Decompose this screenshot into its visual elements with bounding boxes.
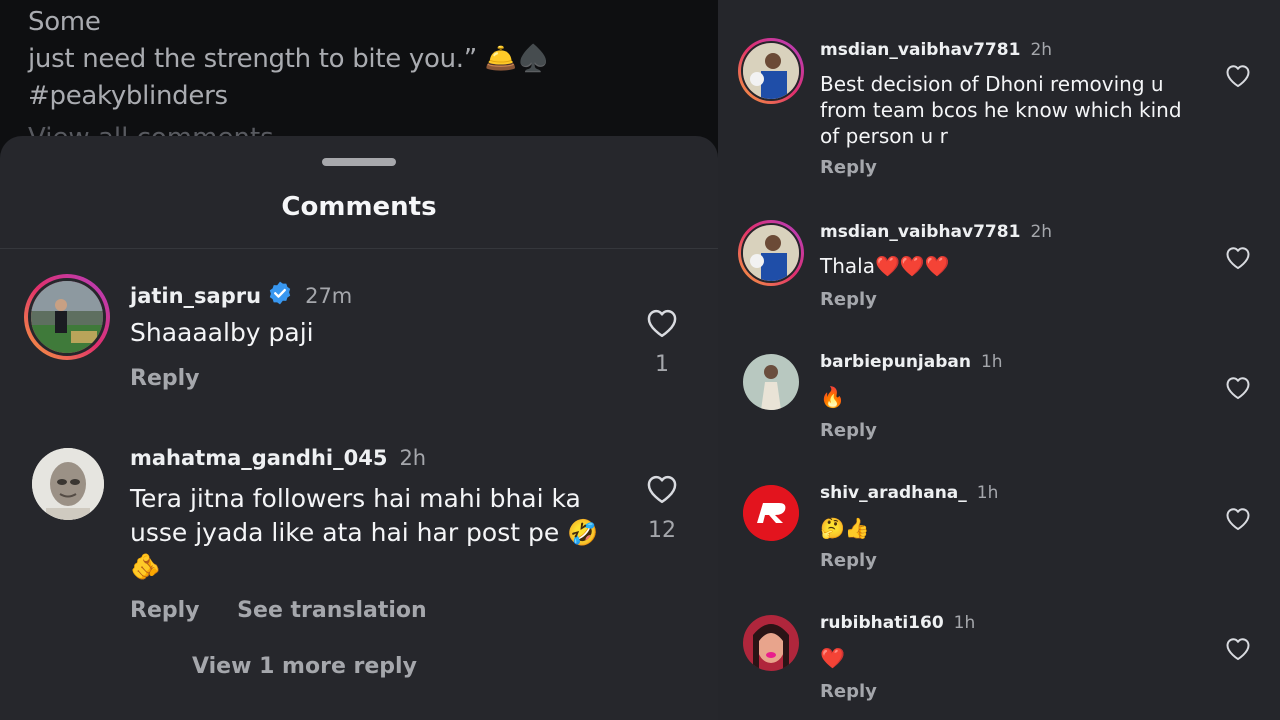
avatar-photo	[32, 448, 104, 520]
heart-icon[interactable]	[644, 306, 680, 342]
avatar-photo	[743, 43, 799, 99]
heart-icon[interactable]	[1224, 244, 1252, 274]
comment-username[interactable]: jatin_sapru 27m	[130, 280, 352, 311]
comment-text: 🤔👍	[820, 516, 870, 540]
comment-username[interactable]: msdian_vaibhav7781 2h	[820, 40, 1052, 60]
right-panel: msdian_vaibhav7781 2h Best decision of Dh…	[718, 0, 1280, 720]
heart-icon[interactable]	[1224, 505, 1252, 535]
post-caption-line: Some	[28, 7, 101, 37]
divider	[0, 248, 718, 249]
avatar[interactable]	[743, 615, 799, 671]
comment-text: Thala❤️❤️❤️	[820, 254, 950, 278]
comment-text: ❤️	[820, 646, 845, 670]
avatar-photo	[31, 281, 103, 353]
avatar-photo	[743, 615, 799, 671]
comment-username[interactable]: msdian_vaibhav7781 2h	[820, 222, 1052, 242]
reply-button[interactable]: Reply	[820, 289, 877, 310]
like-count: 1	[655, 352, 669, 377]
avatar[interactable]	[24, 274, 110, 360]
comment-actions: Reply See translation	[130, 598, 427, 623]
comment-text: Shaaaalby paji	[130, 318, 314, 347]
like-count: 12	[648, 518, 676, 543]
left-panel: Some just need the strength to bite you.…	[0, 0, 718, 720]
comment-username[interactable]: mahatma_gandhi_045 2h	[130, 446, 426, 470]
avatar[interactable]	[738, 220, 804, 286]
post-caption-line: just need the strength to bite you.” 🛎️♠…	[28, 44, 550, 74]
avatar[interactable]	[738, 38, 804, 104]
reply-button[interactable]: Reply	[820, 420, 877, 441]
reply-button[interactable]: Reply	[820, 681, 877, 702]
reply-button[interactable]: Reply	[130, 366, 200, 391]
heart-icon[interactable]	[644, 472, 680, 508]
sheet-drag-handle[interactable]	[322, 158, 396, 166]
heart-icon[interactable]	[1224, 374, 1252, 404]
comment-text: Best decision of Dhoni removing u from t…	[820, 72, 1182, 148]
comment-text: Tera jitna followers hai mahi bhai ka us…	[130, 484, 599, 581]
comment-text: 🔥	[820, 385, 845, 409]
post-hashtag[interactable]: #peakyblinders	[28, 78, 228, 115]
reply-button[interactable]: Reply	[820, 157, 877, 178]
comment-actions: Reply	[130, 366, 200, 391]
view-more-replies-button[interactable]: View 1 more reply	[192, 654, 417, 679]
comment-username[interactable]: rubibhati160 1h	[820, 613, 975, 633]
avatar[interactable]	[32, 448, 104, 520]
comment-username[interactable]: barbiepunjaban 1h	[820, 352, 1003, 372]
reply-button[interactable]: Reply	[130, 598, 200, 623]
sheet-title: Comments	[281, 192, 437, 222]
comment-username[interactable]: shiv_aradhana_ 1h	[820, 483, 998, 503]
heart-icon[interactable]	[1224, 635, 1252, 665]
comments-sheet: Comments jatin_sapru 27m Shaaaalby paji …	[0, 136, 718, 720]
avatar-photo	[743, 485, 799, 541]
avatar-photo	[743, 225, 799, 281]
verified-badge-icon	[267, 280, 293, 311]
reply-button[interactable]: Reply	[820, 550, 877, 571]
avatar[interactable]	[743, 485, 799, 541]
see-translation-button[interactable]: See translation	[237, 598, 427, 623]
avatar-photo	[743, 354, 799, 410]
heart-icon[interactable]	[1224, 62, 1252, 92]
avatar[interactable]	[743, 354, 799, 410]
